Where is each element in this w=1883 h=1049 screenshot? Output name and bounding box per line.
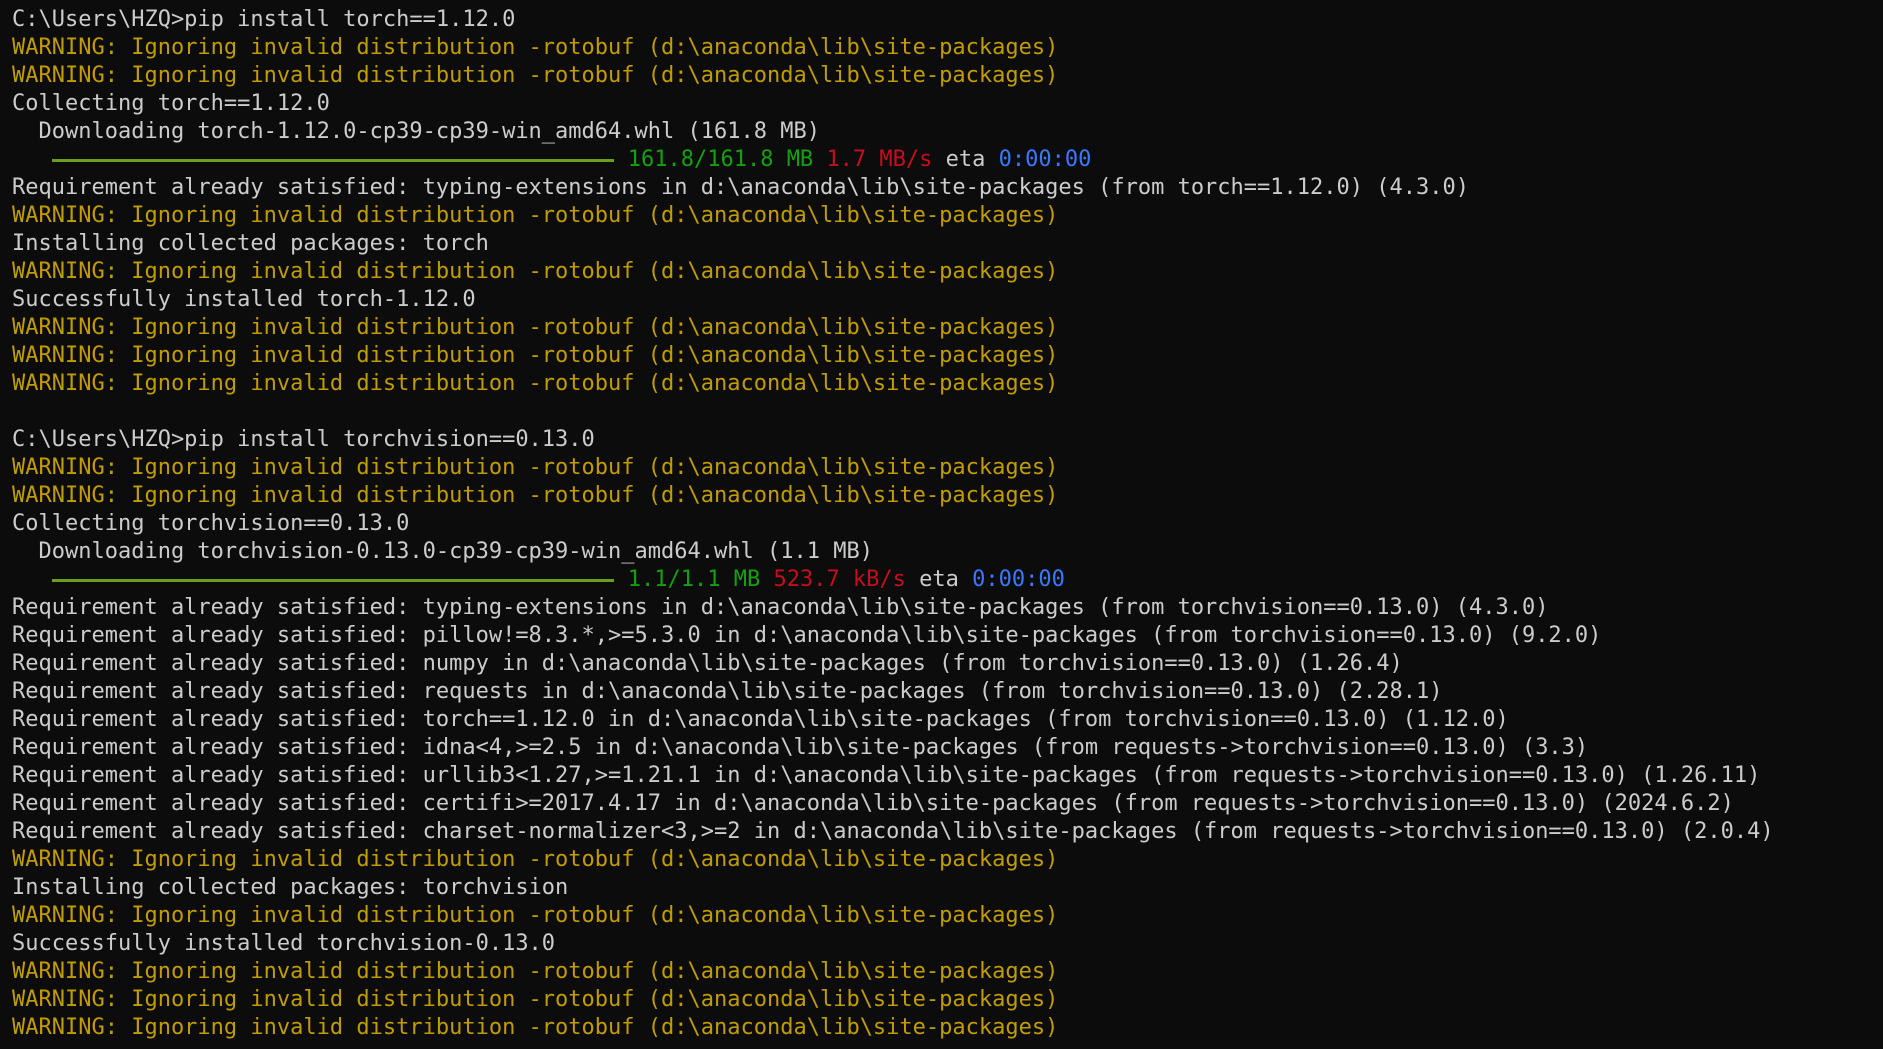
- progress-indent: [12, 147, 52, 172]
- progress-indent: [12, 567, 52, 592]
- line-text: Requirement already satisfied: charset-n…: [12, 819, 1774, 844]
- line-text: WARNING: Ignoring invalid distribution -…: [12, 203, 1059, 228]
- line-text: Requirement already satisfied: typing-ex…: [12, 175, 1469, 200]
- line-text: WARNING: Ignoring invalid distribution -…: [12, 959, 1059, 984]
- terminal-line: WARNING: Ignoring invalid distribution -…: [12, 958, 1883, 986]
- terminal-line: Requirement already satisfied: typing-ex…: [12, 594, 1883, 622]
- line-text: Downloading torch-1.12.0-cp39-cp39-win_a…: [12, 119, 820, 144]
- line-text: WARNING: Ignoring invalid distribution -…: [12, 847, 1059, 872]
- terminal-line: C:\Users\HZQ>pip install torchvision==0.…: [12, 426, 1883, 454]
- terminal-line: WARNING: Ignoring invalid distribution -…: [12, 314, 1883, 342]
- line-text: WARNING: Ignoring invalid distribution -…: [12, 259, 1059, 284]
- terminal-output[interactable]: C:\Users\HZQ>pip install torch==1.12.0 WA…: [0, 0, 1883, 1049]
- terminal-line: Installing collected packages: torchvisi…: [12, 874, 1883, 902]
- line-text: WARNING: Ignoring invalid distribution -…: [12, 63, 1059, 88]
- terminal-line: WARNING: Ignoring invalid distribution -…: [12, 902, 1883, 930]
- line-text: WARNING: Ignoring invalid distribution -…: [12, 1015, 1059, 1040]
- terminal-line: Downloading torch-1.12.0-cp39-cp39-win_a…: [12, 118, 1883, 146]
- line-text: Requirement already satisfied: idna<4,>=…: [12, 735, 1589, 760]
- line-text: Downloading torchvision-0.13.0-cp39-cp39…: [12, 539, 873, 564]
- terminal-line: Requirement already satisfied: torch==1.…: [12, 706, 1883, 734]
- terminal-line: Requirement already satisfied: urllib3<1…: [12, 762, 1883, 790]
- line-text: [813, 147, 826, 172]
- terminal-line: WARNING: Ignoring invalid distribution -…: [12, 1014, 1883, 1042]
- terminal-line: Requirement already satisfied: idna<4,>=…: [12, 734, 1883, 762]
- line-text: C:\Users\HZQ>pip install torchvision==0.…: [12, 427, 595, 452]
- line-text: 0:00:00: [998, 147, 1092, 172]
- terminal-line: WARNING: Ignoring invalid distribution -…: [12, 846, 1883, 874]
- progress-bar: [51, 158, 614, 162]
- terminal-line: Collecting torchvision==0.13.0: [12, 510, 1883, 538]
- line-text: 1.1/1.1 MB: [627, 567, 761, 592]
- terminal-line: Successfully installed torch-1.12.0: [12, 286, 1883, 314]
- line-text: Requirement already satisfied: typing-ex…: [12, 595, 1549, 620]
- terminal-line: Collecting torch==1.12.0: [12, 90, 1883, 118]
- line-text: WARNING: Ignoring invalid distribution -…: [12, 343, 1059, 368]
- line-text: Requirement already satisfied: numpy in …: [12, 651, 1403, 676]
- line-text: 1.7 MB/s: [826, 147, 933, 172]
- line-text: Collecting torchvision==0.13.0: [12, 511, 410, 536]
- terminal-line: WARNING: Ignoring invalid distribution -…: [12, 986, 1883, 1014]
- line-text: Requirement already satisfied: pillow!=8…: [12, 623, 1602, 648]
- terminal-line: Requirement already satisfied: requests …: [12, 678, 1883, 706]
- terminal-line: WARNING: Ignoring invalid distribution -…: [12, 482, 1883, 510]
- terminal-line: Requirement already satisfied: charset-n…: [12, 818, 1883, 846]
- line-text: Installing collected packages: torchvisi…: [12, 875, 569, 900]
- line-text: [760, 567, 773, 592]
- line-text: WARNING: Ignoring invalid distribution -…: [12, 35, 1059, 60]
- terminal-line: WARNING: Ignoring invalid distribution -…: [12, 370, 1883, 398]
- terminal-line: WARNING: Ignoring invalid distribution -…: [12, 202, 1883, 230]
- line-text: 523.7 kB/s: [773, 567, 906, 592]
- line-text: 161.8/161.8 MB: [627, 147, 814, 172]
- progress-line: 1.1/1.1 MB 523.7 kB/s eta 0:00:00: [12, 566, 1883, 594]
- line-text: WARNING: Ignoring invalid distribution -…: [12, 903, 1059, 928]
- terminal-line: Successfully installed torchvision-0.13.…: [12, 930, 1883, 958]
- line-text: Requirement already satisfied: urllib3<1…: [12, 763, 1761, 788]
- terminal-line: Downloading torchvision-0.13.0-cp39-cp39…: [12, 538, 1883, 566]
- line-text: Requirement already satisfied: certifi>=…: [12, 791, 1734, 816]
- terminal-line: Requirement already satisfied: typing-ex…: [12, 174, 1883, 202]
- terminal-line: C:\Users\HZQ>pip install torch==1.12.0: [12, 6, 1883, 34]
- line-text: 0:00:00: [972, 567, 1065, 592]
- terminal-line: Requirement already satisfied: pillow!=8…: [12, 622, 1883, 650]
- line-text: Successfully installed torchvision-0.13.…: [12, 931, 556, 956]
- terminal-line: WARNING: Ignoring invalid distribution -…: [12, 62, 1883, 90]
- line-text: WARNING: Ignoring invalid distribution -…: [12, 987, 1059, 1012]
- line-text: WARNING: Ignoring invalid distribution -…: [12, 483, 1059, 508]
- line-text: Requirement already satisfied: requests …: [12, 679, 1443, 704]
- progress-line: 161.8/161.8 MB 1.7 MB/s eta 0:00:00: [12, 146, 1883, 174]
- line-text: eta: [905, 567, 973, 592]
- line-text: WARNING: Ignoring invalid distribution -…: [12, 455, 1059, 480]
- line-text: eta: [932, 147, 999, 172]
- line-text: C:\Users\HZQ>pip install torch==1.12.0: [12, 7, 516, 32]
- line-text: Successfully installed torch-1.12.0: [12, 287, 476, 312]
- terminal-line: WARNING: Ignoring invalid distribution -…: [12, 454, 1883, 482]
- line-text: WARNING: Ignoring invalid distribution -…: [12, 371, 1059, 396]
- terminal-line: Installing collected packages: torch: [12, 230, 1883, 258]
- terminal-line: Requirement already satisfied: numpy in …: [12, 650, 1883, 678]
- terminal-line: WARNING: Ignoring invalid distribution -…: [12, 34, 1883, 62]
- line-text: Installing collected packages: torch: [12, 231, 489, 256]
- line-text: Requirement already satisfied: torch==1.…: [12, 707, 1509, 732]
- terminal-line: WARNING: Ignoring invalid distribution -…: [12, 342, 1883, 370]
- progress-bar: [51, 578, 614, 582]
- line-text: WARNING: Ignoring invalid distribution -…: [12, 315, 1059, 340]
- terminal-line: WARNING: Ignoring invalid distribution -…: [12, 258, 1883, 286]
- terminal-line: Requirement already satisfied: certifi>=…: [12, 790, 1883, 818]
- line-text: Collecting torch==1.12.0: [12, 91, 330, 116]
